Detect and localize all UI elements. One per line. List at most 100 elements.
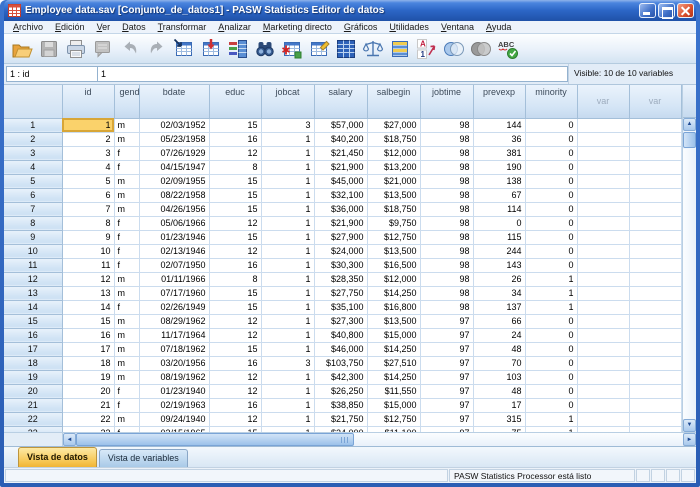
cell-r14-jobtime[interactable]: 98 <box>420 300 473 314</box>
cell-r19-prevexp[interactable]: 103 <box>473 370 525 384</box>
cell-r2-salary[interactable]: $40,200 <box>314 132 367 146</box>
cell-r4-var[interactable] <box>577 160 629 174</box>
row-header[interactable]: 17 <box>4 342 62 356</box>
cell-r16-salbegin[interactable]: $15,000 <box>367 328 420 342</box>
cell-r17-var[interactable] <box>577 342 629 356</box>
cell-r18-jobtime[interactable]: 97 <box>420 356 473 370</box>
cell-r2-salbegin[interactable]: $18,750 <box>367 132 420 146</box>
cell-r19-minority[interactable]: 0 <box>525 370 577 384</box>
cell-r18-gender[interactable]: m <box>114 356 139 370</box>
cell-r18-var[interactable] <box>577 356 629 370</box>
cell-r17-prevexp[interactable]: 48 <box>473 342 525 356</box>
cell-r17-salbegin[interactable]: $14,250 <box>367 342 420 356</box>
cell-r21-gender[interactable]: f <box>114 398 139 412</box>
cell-r19-id[interactable]: 19 <box>62 370 114 384</box>
cell-r14-salary[interactable]: $35,100 <box>314 300 367 314</box>
recall-recent-dialogs-button[interactable] <box>89 36 116 62</box>
cell-r7-var[interactable] <box>629 202 681 216</box>
cell-r22-salary[interactable]: $21,750 <box>314 412 367 426</box>
cell-r4-prevexp[interactable]: 190 <box>473 160 525 174</box>
cell-r18-var[interactable] <box>629 356 681 370</box>
cell-r6-var[interactable] <box>629 188 681 202</box>
cell-r19-bdate[interactable]: 08/19/1962 <box>139 370 209 384</box>
cell-r8-minority[interactable]: 0 <box>525 216 577 230</box>
row-header[interactable]: 9 <box>4 230 62 244</box>
cell-r18-jobcat[interactable]: 3 <box>261 356 314 370</box>
cell-r11-var[interactable] <box>577 258 629 272</box>
cell-r14-minority[interactable]: 1 <box>525 300 577 314</box>
menu-marketing-directo[interactable]: Marketing directo <box>257 22 338 32</box>
cell-r15-var[interactable] <box>629 314 681 328</box>
cell-r6-minority[interactable]: 0 <box>525 188 577 202</box>
cell-r16-salary[interactable]: $40,800 <box>314 328 367 342</box>
cell-r22-prevexp[interactable]: 315 <box>473 412 525 426</box>
cell-r6-jobcat[interactable]: 1 <box>261 188 314 202</box>
cell-r2-prevexp[interactable]: 36 <box>473 132 525 146</box>
cell-r21-jobtime[interactable]: 97 <box>420 398 473 412</box>
cell-r16-var[interactable] <box>629 328 681 342</box>
cell-r18-salary[interactable]: $103,750 <box>314 356 367 370</box>
cell-editor-input[interactable]: 1 <box>98 66 568 82</box>
cell-r5-jobtime[interactable]: 98 <box>420 174 473 188</box>
cell-r7-var[interactable] <box>577 202 629 216</box>
cell-r3-gender[interactable]: f <box>114 146 139 160</box>
cell-r16-jobtime[interactable]: 97 <box>420 328 473 342</box>
cell-r18-bdate[interactable]: 03/20/1956 <box>139 356 209 370</box>
cell-r14-id[interactable]: 14 <box>62 300 114 314</box>
cell-r20-educ[interactable]: 12 <box>209 384 261 398</box>
cell-r1-id[interactable]: 1 <box>62 118 114 132</box>
cell-r7-salbegin[interactable]: $18,750 <box>367 202 420 216</box>
cell-r8-prevexp[interactable]: 0 <box>473 216 525 230</box>
cell-r22-salbegin[interactable]: $12,750 <box>367 412 420 426</box>
cell-r16-prevexp[interactable]: 24 <box>473 328 525 342</box>
cell-r18-prevexp[interactable]: 70 <box>473 356 525 370</box>
go-to-case-button[interactable] <box>170 36 197 62</box>
go-to-variable-button[interactable] <box>197 36 224 62</box>
cell-r15-jobtime[interactable]: 97 <box>420 314 473 328</box>
row-header[interactable]: 5 <box>4 174 62 188</box>
cell-r4-jobcat[interactable]: 1 <box>261 160 314 174</box>
row-header[interactable]: 2 <box>4 132 62 146</box>
cell-r7-jobcat[interactable]: 1 <box>261 202 314 216</box>
cell-r18-minority[interactable]: 0 <box>525 356 577 370</box>
cell-r12-salary[interactable]: $28,350 <box>314 272 367 286</box>
insert-variable-button[interactable] <box>305 36 332 62</box>
menu-gr-ficos[interactable]: Gráficos <box>338 22 384 32</box>
cell-r19-educ[interactable]: 12 <box>209 370 261 384</box>
cell-r10-bdate[interactable]: 02/13/1946 <box>139 244 209 258</box>
cell-r9-educ[interactable]: 15 <box>209 230 261 244</box>
cell-r3-var[interactable] <box>577 146 629 160</box>
cell-r9-gender[interactable]: f <box>114 230 139 244</box>
cell-r21-educ[interactable]: 16 <box>209 398 261 412</box>
menu-ayuda[interactable]: Ayuda <box>480 22 517 32</box>
cell-r20-salbegin[interactable]: $11,550 <box>367 384 420 398</box>
cell-r7-gender[interactable]: m <box>114 202 139 216</box>
cell-r5-salbegin[interactable]: $21,000 <box>367 174 420 188</box>
cell-r10-prevexp[interactable]: 244 <box>473 244 525 258</box>
cell-r21-salbegin[interactable]: $15,000 <box>367 398 420 412</box>
cell-r13-jobtime[interactable]: 98 <box>420 286 473 300</box>
column-header-jobtime[interactable]: jobtime <box>420 85 473 118</box>
print-button[interactable] <box>62 36 89 62</box>
cell-r10-jobcat[interactable]: 1 <box>261 244 314 258</box>
cell-r1-prevexp[interactable]: 144 <box>473 118 525 132</box>
cell-r7-educ[interactable]: 15 <box>209 202 261 216</box>
cell-r13-id[interactable]: 13 <box>62 286 114 300</box>
cell-r3-jobcat[interactable]: 1 <box>261 146 314 160</box>
value-labels-button[interactable]: A1 <box>413 36 440 62</box>
cell-r1-jobtime[interactable]: 98 <box>420 118 473 132</box>
scroll-left-button[interactable]: ◄ <box>63 433 76 446</box>
cell-r14-bdate[interactable]: 02/26/1949 <box>139 300 209 314</box>
cell-r18-id[interactable]: 18 <box>62 356 114 370</box>
cell-r15-jobcat[interactable]: 1 <box>261 314 314 328</box>
cell-r5-educ[interactable]: 15 <box>209 174 261 188</box>
spell-check-button[interactable]: ABC <box>494 36 521 62</box>
cell-r5-gender[interactable]: m <box>114 174 139 188</box>
cell-r22-educ[interactable]: 12 <box>209 412 261 426</box>
cell-r2-jobtime[interactable]: 98 <box>420 132 473 146</box>
cell-r21-salary[interactable]: $38,850 <box>314 398 367 412</box>
cell-r5-minority[interactable]: 0 <box>525 174 577 188</box>
cell-r13-minority[interactable]: 1 <box>525 286 577 300</box>
redo-button[interactable] <box>143 36 170 62</box>
cell-r11-salary[interactable]: $30,300 <box>314 258 367 272</box>
